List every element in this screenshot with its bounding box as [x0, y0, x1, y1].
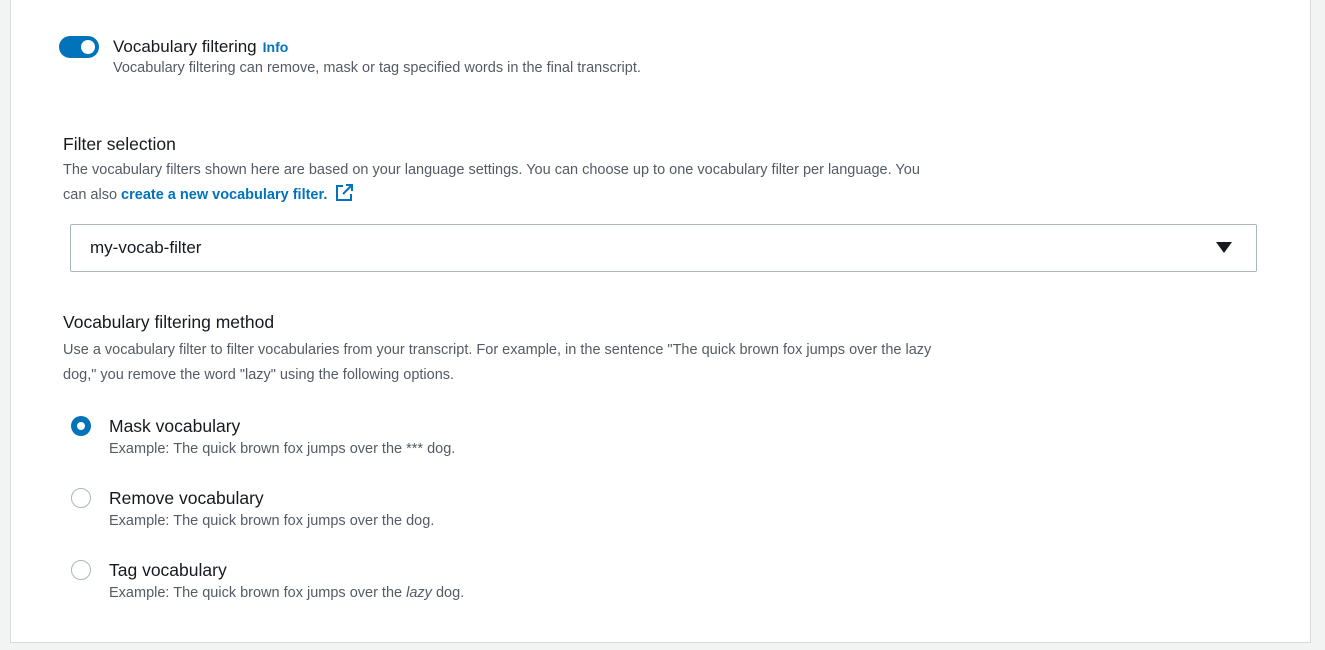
tag-example-before: Example: The quick brown fox jumps over …: [109, 585, 407, 601]
select-value: my-vocab-filter: [90, 238, 202, 257]
filtering-method-desc-line1: Use a vocabulary filter to filter vocabu…: [63, 342, 932, 358]
vocab-filtering-description: Vocabulary filtering can remove, mask or…: [113, 60, 641, 76]
radio-option-remove[interactable]: Remove vocabulary Example: The quick bro…: [71, 486, 434, 532]
filter-selection-desc-line1: The vocabulary filters shown here are ba…: [63, 162, 920, 178]
mask-option-example: Example: The quick brown fox jumps over …: [109, 441, 456, 457]
tag-option-label: Tag vocabulary: [109, 560, 227, 580]
vocab-filtering-title: Vocabulary filtering: [113, 37, 257, 56]
tag-option-text: Tag vocabulary Example: The quick brown …: [109, 558, 464, 604]
filter-selection-description: The vocabulary filters shown here are ba…: [63, 158, 1243, 211]
toggle-knob: [81, 40, 95, 54]
tag-example-after: dog.: [431, 585, 465, 601]
tag-radio-button[interactable]: [71, 560, 91, 580]
filtering-method-label: Vocabulary filtering method: [63, 312, 275, 332]
create-vocab-filter-link[interactable]: create a new vocabulary filter.: [121, 187, 327, 203]
external-link-icon[interactable]: [335, 184, 354, 211]
mask-option-label: Mask vocabulary: [109, 416, 241, 436]
vocab-filtering-toggle[interactable]: [59, 36, 99, 58]
mask-radio-button[interactable]: [71, 416, 91, 436]
remove-option-label: Remove vocabulary: [109, 488, 264, 508]
radio-option-mask[interactable]: Mask vocabulary Example: The quick brown…: [71, 414, 455, 460]
mask-option-text: Mask vocabulary Example: The quick brown…: [109, 414, 455, 460]
filter-selection-desc-line2: can also create a new vocabulary filter.: [63, 183, 1243, 211]
toggle-title-line: Vocabulary filtering Info: [113, 36, 641, 58]
toggle-text: Vocabulary filtering Info Vocabulary filt…: [113, 36, 641, 78]
filter-selection-desc-prefix: can also: [63, 187, 122, 203]
vocab-filtering-toggle-row: Vocabulary filtering Info Vocabulary filt…: [59, 36, 641, 78]
filtering-method-description: Use a vocabulary filter to filter vocabu…: [63, 338, 1243, 388]
remove-option-example: Example: The quick brown fox jumps over …: [109, 513, 435, 529]
filter-selection-label: Filter selection: [63, 134, 176, 154]
tag-example-em: lazy: [406, 585, 432, 601]
filtering-method-desc-line2: dog," you remove the word "lazy" using t…: [63, 367, 455, 383]
settings-panel: Vocabulary filtering Info Vocabulary filt…: [10, 0, 1311, 643]
vocab-filter-select[interactable]: my-vocab-filter: [70, 224, 1257, 272]
remove-radio-button[interactable]: [71, 488, 91, 508]
info-link[interactable]: Info: [263, 39, 289, 55]
caret-down-icon: [1216, 242, 1232, 253]
radio-option-tag[interactable]: Tag vocabulary Example: The quick brown …: [71, 558, 464, 604]
remove-option-text: Remove vocabulary Example: The quick bro…: [109, 486, 434, 532]
tag-option-example: Example: The quick brown fox jumps over …: [109, 582, 464, 604]
